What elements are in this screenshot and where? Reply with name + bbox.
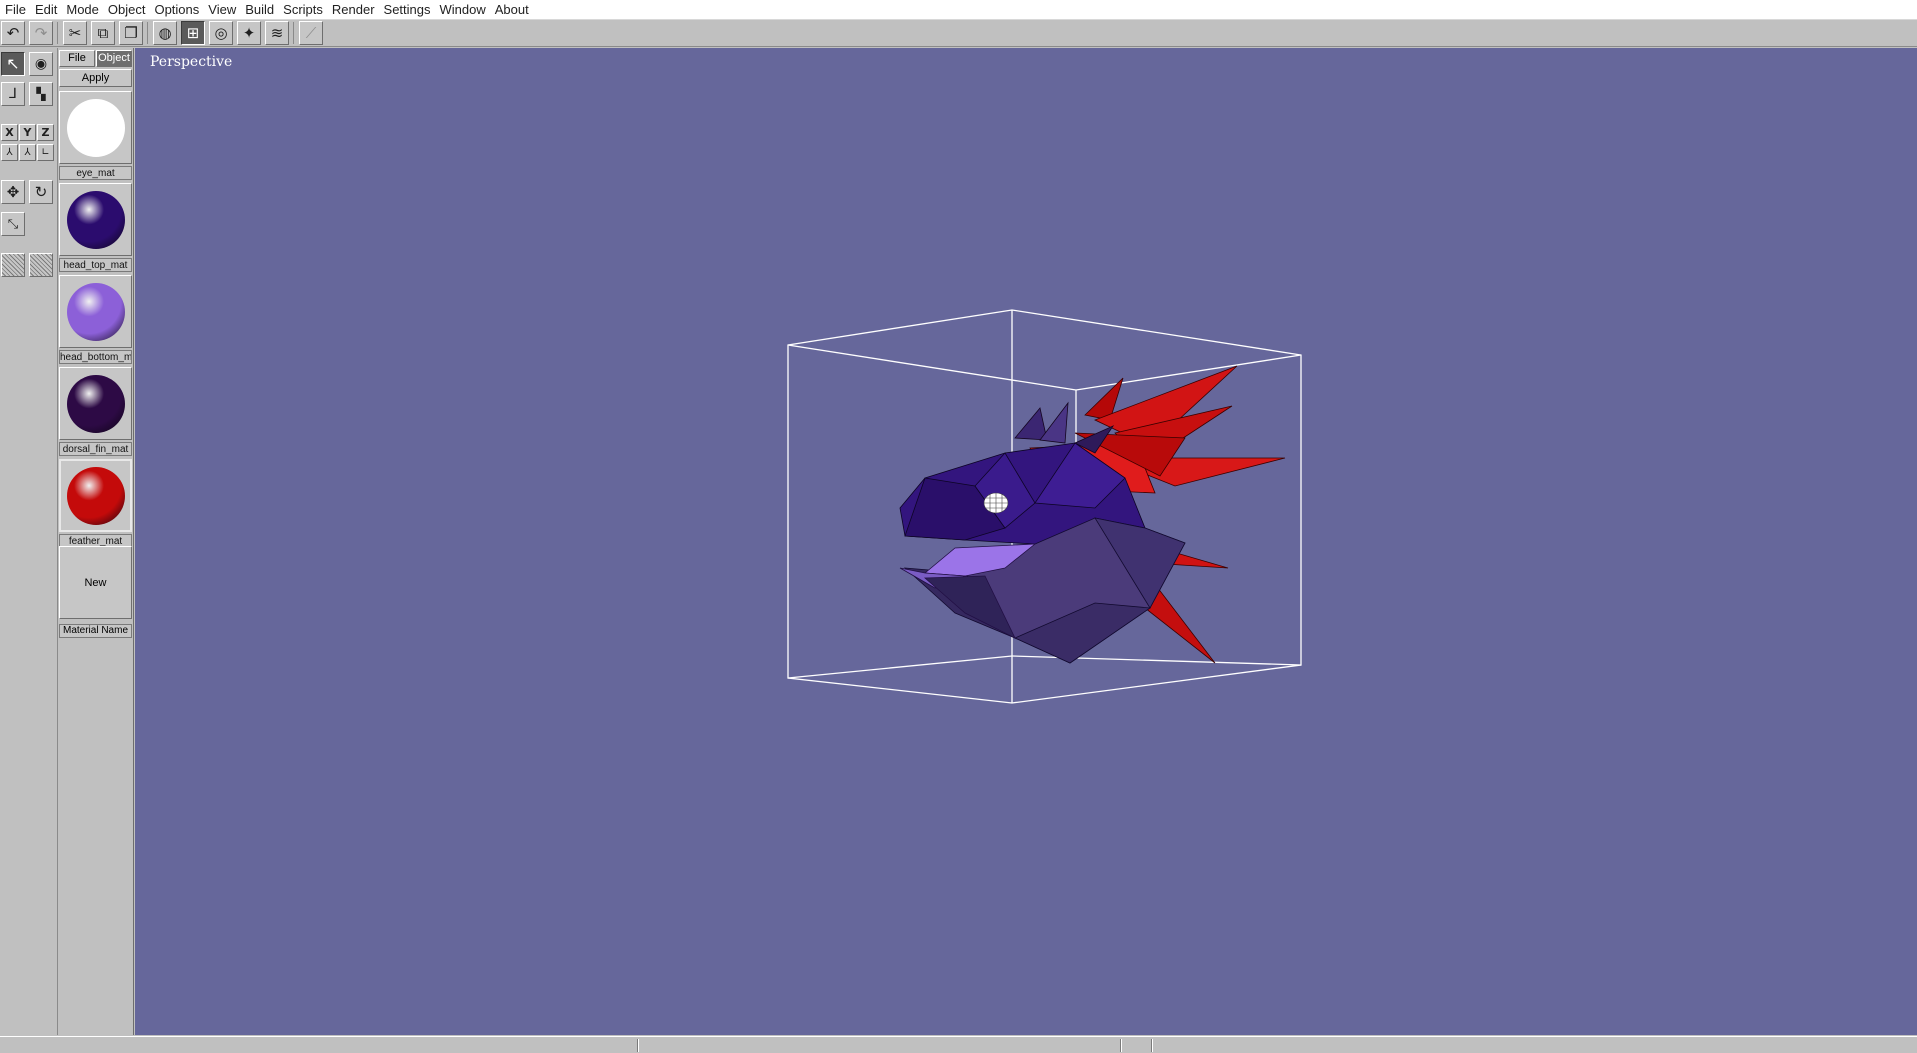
coord-screen-icon[interactable]: ∟ [37, 144, 54, 161]
material-swatch[interactable] [59, 275, 132, 348]
menu-bar: File Edit Mode Object Options View Build Script… [0, 0, 1917, 20]
material-sphere-preview [66, 190, 125, 249]
material-item[interactable]: feather_mat [59, 459, 132, 551]
axes-tool-icon[interactable]: ⅃ [1, 82, 25, 106]
graph-icon[interactable]: ⟋ [299, 21, 323, 45]
paste-icon[interactable]: ❐ [119, 21, 143, 45]
material-sphere-preview [66, 466, 125, 525]
constrain-y-button[interactable]: Y [19, 124, 36, 141]
status-divider [637, 1039, 639, 1052]
menu-object[interactable]: Object [106, 0, 153, 20]
eye [983, 492, 1009, 514]
material-name-label: head_top_mat [59, 258, 132, 272]
status-bar [0, 1036, 1917, 1053]
new-material-button[interactable]: New [59, 546, 132, 619]
toolbar-separator [57, 22, 58, 44]
tab-object[interactable]: Object [96, 50, 132, 67]
snap-icon[interactable]: ✦ [237, 21, 261, 45]
layers-icon[interactable]: ≋ [265, 21, 289, 45]
menu-file[interactable]: File [3, 0, 33, 20]
material-item[interactable]: head_top_mat [59, 183, 132, 275]
dragon-head-model[interactable] [135, 48, 1917, 1035]
menu-mode[interactable]: Mode [64, 0, 106, 20]
material-panel: File Object Apply eye_mat head_top_mathea… [58, 48, 134, 1035]
toolbar-separator [293, 22, 294, 44]
menu-view[interactable]: View [206, 0, 243, 20]
material-swatch[interactable] [59, 367, 132, 440]
material-name-field[interactable]: Material Name [59, 624, 132, 638]
constrain-z-button[interactable]: Z [37, 124, 54, 141]
menu-about[interactable]: About [493, 0, 536, 20]
apply-button[interactable]: Apply [59, 69, 132, 87]
points-tool-icon[interactable]: ▚ [29, 82, 53, 106]
toolbar-separator [147, 22, 148, 44]
cut-icon[interactable]: ✂ [63, 21, 87, 45]
perspective-viewport[interactable]: Perspective [135, 48, 1917, 1035]
menu-scripts[interactable]: Scripts [281, 0, 330, 20]
redo-icon[interactable]: ↷ [29, 21, 53, 45]
orbit-icon[interactable]: ◎ [209, 21, 233, 45]
material-name-label: head_bottom_mat [59, 350, 132, 364]
rotate-tool-icon[interactable]: ↻ [29, 180, 53, 204]
menu-edit[interactable]: Edit [33, 0, 64, 20]
menu-render[interactable]: Render [330, 0, 382, 20]
copy-icon[interactable]: ⧉ [91, 21, 115, 45]
menu-window[interactable]: Window [438, 0, 493, 20]
status-divider [1120, 1039, 1122, 1052]
quad-view-icon[interactable]: ⊞ [181, 21, 205, 45]
menu-build[interactable]: Build [243, 0, 281, 20]
move-tool-icon[interactable]: ✥ [1, 180, 25, 204]
material-swatch[interactable] [59, 91, 132, 164]
constrain-x-button[interactable]: X [1, 124, 18, 141]
material-item[interactable]: eye_mat [59, 91, 132, 183]
undo-icon[interactable]: ↶ [1, 21, 25, 45]
scale-tool-icon[interactable]: ⤡ [1, 212, 25, 236]
status-divider [1151, 1039, 1153, 1052]
material-swatch[interactable] [59, 459, 132, 532]
wireframe-mode-icon[interactable] [1, 253, 25, 277]
menu-options[interactable]: Options [152, 0, 206, 20]
toolbar: ↶ ↷ ✂ ⧉ ❐ ◍ ⊞ ◎ ✦ ≋ ⟋ [0, 20, 1917, 47]
material-swatch[interactable] [59, 183, 132, 256]
material-name-label: dorsal_fin_mat [59, 442, 132, 456]
texture-mode-icon[interactable] [29, 253, 53, 277]
material-item[interactable]: dorsal_fin_mat [59, 367, 132, 459]
coord-world-icon[interactable]: ⅄ [1, 144, 18, 161]
sphere-wire-icon[interactable]: ◍ [153, 21, 177, 45]
select-tool-icon[interactable]: ↖ [1, 52, 25, 76]
coord-local-icon[interactable]: ⅄ [19, 144, 36, 161]
material-sphere-preview [66, 374, 125, 433]
material-sphere-preview [66, 282, 125, 341]
visibility-toggle-icon[interactable]: ◉ [29, 52, 53, 76]
material-item[interactable]: head_bottom_mat [59, 275, 132, 367]
material-sphere-preview [66, 98, 125, 157]
menu-settings[interactable]: Settings [382, 0, 438, 20]
tool-palette: ↖ ◉ ⅃ ▚ X Y Z ⅄ ⅄ ∟ ✥ ↻ ⤡ [0, 48, 58, 1035]
tab-file[interactable]: File [59, 50, 95, 67]
material-name-label: eye_mat [59, 166, 132, 180]
